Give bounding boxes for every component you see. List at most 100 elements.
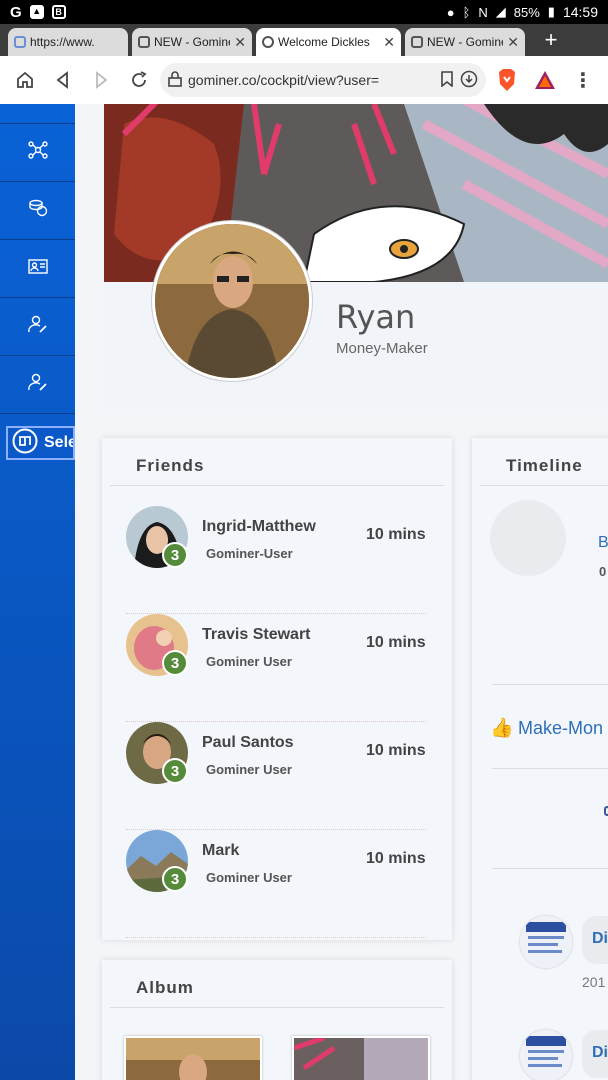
friend-badge: 3	[162, 758, 188, 784]
url-text: gominer.co/cockpit/view?user=	[188, 72, 380, 88]
sidebar-item-network[interactable]	[0, 124, 75, 182]
friend-badge: 3	[162, 866, 188, 892]
tab-1[interactable]: https://www.	[8, 28, 128, 56]
comment-bubble[interactable]: Di	[582, 1030, 608, 1078]
friend-item[interactable]: 3 Ingrid-Matthew Gominer-User 10 mins	[126, 506, 426, 614]
coins-icon	[28, 199, 48, 222]
friend-item[interactable]: 3 Travis Stewart Gominer User 10 mins	[126, 614, 426, 722]
friend-role: Gominer User	[206, 870, 292, 885]
comment-date: 201	[582, 974, 606, 990]
timeline-divider	[492, 868, 608, 869]
battery-percent: 85%	[513, 4, 540, 20]
comment-bubble[interactable]: Di	[582, 916, 608, 964]
timeline-card-title: Timeline	[480, 438, 608, 486]
sidebar-item-coins[interactable]	[0, 182, 75, 240]
sidebar-item-user-edit[interactable]	[0, 298, 75, 356]
tab-title: Welcome Dickles	[278, 35, 370, 49]
timeline-card: Timeline B 0 👍 Make-Mon Di 201 Di	[472, 438, 608, 1080]
timeline-divider	[492, 768, 608, 769]
friend-name[interactable]: Paul Santos	[202, 734, 294, 752]
brave-b-icon: B	[51, 5, 66, 19]
download-icon[interactable]	[460, 70, 478, 91]
nfc-icon: N	[478, 4, 488, 20]
back-icon[interactable]	[46, 63, 80, 97]
friend-time: 10 mins	[366, 526, 426, 543]
friend-badge: 3	[162, 650, 188, 676]
comment-avatar[interactable]	[520, 1030, 572, 1080]
menu-icon[interactable]: ⋮	[566, 63, 600, 97]
friend-time: 10 mins	[366, 850, 426, 867]
friend-name[interactable]: Ingrid-Matthew	[202, 518, 316, 536]
sidebar	[0, 104, 75, 1080]
album-card-title: Album	[110, 960, 444, 1008]
album-photo[interactable]	[292, 1036, 430, 1080]
close-icon[interactable]: ✕	[234, 34, 246, 51]
comment-avatar[interactable]	[520, 916, 572, 968]
google-icon: G	[10, 3, 22, 21]
clock: 14:59	[562, 4, 598, 20]
friend-item[interactable]: 3 Mark Gominer User 10 mins	[126, 830, 426, 938]
globe-icon	[262, 36, 274, 48]
select-label: Sele	[44, 434, 75, 451]
signal-icon: ◢	[495, 4, 506, 19]
friends-card-title: Friends	[110, 438, 444, 486]
select-button[interactable]: Sele	[6, 426, 75, 460]
new-tab-icon[interactable]: +	[533, 24, 569, 56]
globe-icon	[14, 36, 26, 48]
friend-role: Gominer User	[206, 762, 292, 777]
friend-time: 10 mins	[366, 634, 426, 651]
profile-role: Money-Maker	[336, 340, 428, 357]
tab-3[interactable]: Welcome Dickles ✕	[256, 28, 401, 56]
friend-badge: 3	[162, 542, 188, 568]
sidebar-item-top[interactable]	[0, 104, 75, 124]
brave-shield-icon[interactable]	[490, 63, 524, 97]
friend-role: Gominer-User	[206, 546, 293, 561]
browser-toolbar: gominer.co/cockpit/view?user= ⋮	[0, 56, 608, 104]
friend-time: 10 mins	[366, 742, 426, 759]
tab-title: NEW - Gominer.co	[427, 35, 503, 49]
profile-name: Ryan	[336, 298, 416, 336]
reload-icon[interactable]	[122, 63, 156, 97]
friend-role: Gominer User	[206, 654, 292, 669]
friend-item[interactable]: 3 Paul Santos Gominer User 10 mins	[126, 722, 426, 830]
timeline-link[interactable]: B	[598, 534, 608, 552]
friends-card: Friends 3 Ingrid-Matthew Gominer-User 10…	[102, 438, 452, 940]
tab-4[interactable]: NEW - Gominer.co ✕	[405, 28, 525, 56]
timeline-avatar-placeholder	[490, 500, 566, 576]
status-bar: G ▲ B ● ᛒ N ◢ 85% ▮ 14:59	[0, 0, 608, 24]
image-icon: ▲	[29, 5, 44, 19]
address-bar[interactable]: gominer.co/cockpit/view?user=	[160, 63, 486, 97]
friend-name[interactable]: Mark	[202, 842, 239, 860]
friend-name[interactable]: Travis Stewart	[202, 626, 311, 644]
forward-icon[interactable]	[84, 63, 118, 97]
comment-author[interactable]: Di	[592, 1044, 608, 1061]
comment-author[interactable]: Di	[592, 930, 608, 947]
location-icon: ●	[446, 4, 455, 20]
close-icon[interactable]: ✕	[383, 34, 395, 51]
user-edit-icon	[27, 315, 48, 338]
bookmark-icon[interactable]	[440, 70, 454, 90]
timeline-meta: 0	[599, 564, 607, 579]
id-card-icon	[27, 258, 48, 279]
timeline-divider	[492, 684, 608, 685]
album-card: Album	[102, 960, 452, 1080]
tab-2[interactable]: NEW - Gominer.co ✕	[132, 28, 252, 56]
home-icon[interactable]	[8, 63, 42, 97]
avatar[interactable]	[152, 221, 312, 381]
user-settings-icon	[27, 373, 48, 396]
brave-rewards-icon[interactable]	[528, 63, 562, 97]
thumbs-up-icon[interactable]: 👍	[490, 716, 514, 740]
timeline-dot	[604, 806, 608, 816]
close-icon[interactable]: ✕	[507, 34, 519, 51]
logo-icon	[12, 428, 38, 458]
tab-strip: https://www. NEW - Gominer.co ✕ Welcome …	[0, 24, 608, 56]
page-content: Sele Ryan Money-Maker Friends 3 Ingrid-M…	[0, 104, 608, 1080]
tab-title: https://www.	[30, 35, 95, 49]
brave-b-icon	[411, 36, 423, 48]
network-icon	[27, 141, 48, 164]
album-photo[interactable]	[124, 1036, 262, 1080]
sidebar-item-user-settings[interactable]	[0, 356, 75, 414]
sidebar-item-id-card[interactable]	[0, 240, 75, 298]
lock-icon	[168, 70, 182, 90]
make-money-link[interactable]: Make-Mon	[518, 718, 603, 739]
